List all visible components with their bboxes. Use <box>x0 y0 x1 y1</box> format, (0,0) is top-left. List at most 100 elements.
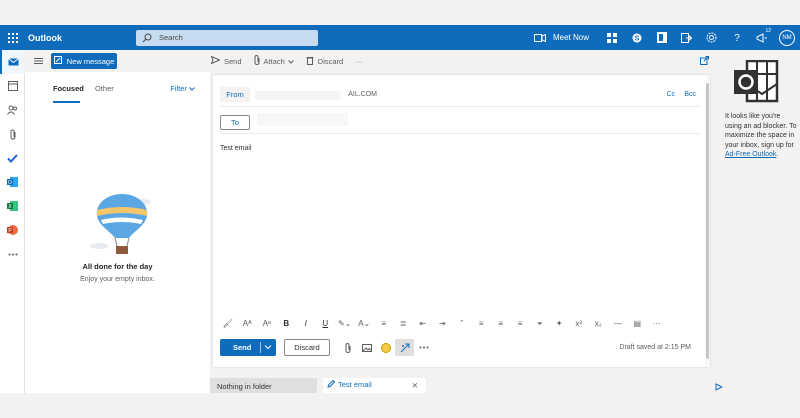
discard-command[interactable]: Discard <box>306 56 343 67</box>
remove-link-button[interactable]: ✦ <box>550 315 570 331</box>
search-icon <box>142 33 152 43</box>
numbering-button[interactable]: ≣ <box>394 315 414 331</box>
link-button[interactable]: ⚭ <box>530 315 550 331</box>
format-toolbar: 🖌 Aᴬ Aᵃ B I U ✎⌄ A⌄ ≡ ≣ ⇤ ⇥ ” ≡ ≡ ≡ ⚭ ✦ … <box>218 315 667 331</box>
more-format-button[interactable]: ··· <box>647 315 667 331</box>
skype-icon[interactable]: S <box>624 25 649 50</box>
superscript-button[interactable]: x² <box>569 315 589 331</box>
attach-command[interactable]: Attach <box>254 54 294 67</box>
notification-badge: 12 <box>765 28 771 34</box>
attach-icon[interactable] <box>0 122 25 146</box>
discard-button[interactable]: Discard <box>284 339 330 356</box>
font-color-button[interactable]: A⌄ <box>355 315 375 331</box>
subscript-button[interactable]: x₂ <box>589 315 609 331</box>
balloon-illustration <box>89 190 159 260</box>
image-icon[interactable] <box>357 339 376 356</box>
top-bar: Outlook Search Meet Now S ? 12 NM <box>0 25 800 50</box>
grid-icon[interactable] <box>599 25 624 50</box>
align-center-button[interactable]: ≡ <box>491 315 511 331</box>
office-icon[interactable] <box>649 25 674 50</box>
compose-icon <box>53 56 62 66</box>
tab-focused[interactable]: Focused <box>53 84 84 93</box>
tab-draft[interactable]: Test email ✕ <box>323 378 426 393</box>
bottom-tab-strip: Nothing in folder Test email ✕ <box>210 375 715 393</box>
waffle-icon[interactable] <box>0 25 26 50</box>
font-size-button[interactable]: Aᵃ <box>257 315 277 331</box>
settings-icon[interactable] <box>699 25 724 50</box>
sensitivity-icon[interactable] <box>395 339 414 356</box>
emoji-icon[interactable] <box>376 339 395 356</box>
mail-icon[interactable] <box>0 50 25 74</box>
filter-label: Filter <box>170 84 187 93</box>
to-field[interactable] <box>257 113 348 126</box>
bold-button[interactable]: B <box>277 315 297 331</box>
tab-other[interactable]: Other <box>95 84 114 93</box>
new-message-button[interactable]: New message <box>51 53 117 69</box>
app-title[interactable]: Outlook <box>28 33 136 43</box>
calendar-icon[interactable] <box>0 74 25 98</box>
excel-icon[interactable]: X <box>0 194 25 218</box>
avatar[interactable]: NM <box>779 29 795 46</box>
search-input[interactable]: Search <box>136 29 318 46</box>
megaphone-icon[interactable]: 12 <box>749 25 774 50</box>
pencil-icon <box>327 379 336 390</box>
attach-icon[interactable] <box>338 339 357 356</box>
from-button[interactable]: From <box>220 87 250 102</box>
new-message-label: New message <box>66 56 115 66</box>
ad-message-period: . <box>776 151 779 158</box>
svg-text:?: ? <box>734 33 740 43</box>
send-button[interactable]: Send <box>220 339 276 356</box>
italic-button[interactable]: I <box>296 315 316 331</box>
decrease-indent-button[interactable]: ⇤ <box>413 315 433 331</box>
subject-field[interactable]: Test email <box>220 145 252 152</box>
tab-nothing-in-folder[interactable]: Nothing in folder <box>210 378 317 393</box>
clear-format-button[interactable]: ▤ <box>628 315 648 331</box>
increase-indent-button[interactable]: ⇥ <box>433 315 453 331</box>
close-icon[interactable]: ✕ <box>412 381 418 390</box>
quote-button[interactable]: ” <box>452 315 472 331</box>
hamburger-icon[interactable] <box>28 50 48 72</box>
meet-now-label: Meet Now <box>552 33 589 42</box>
powerpoint-icon[interactable]: P <box>0 218 25 242</box>
reading-pane: From AIL.COM Cc Bcc To Test email 🖌 Aᴬ A… <box>210 72 715 375</box>
bullets-button[interactable]: ≡ <box>374 315 394 331</box>
bcc-link[interactable]: Bcc <box>684 91 696 98</box>
format-painter-button[interactable]: 🖌 <box>218 315 238 331</box>
chevron-down-icon <box>287 57 294 66</box>
send-command[interactable]: Send <box>210 55 242 66</box>
outlook-icon[interactable]: O <box>0 170 25 194</box>
highlight-button[interactable]: ✎⌄ <box>335 315 355 331</box>
chevron-down-icon <box>189 87 195 91</box>
svg-text:O: O <box>8 180 12 186</box>
people-icon[interactable] <box>0 98 25 122</box>
send-button-label: Send <box>233 343 252 352</box>
cc-link[interactable]: Cc <box>666 91 675 98</box>
align-right-button[interactable]: ≡ <box>511 315 531 331</box>
search-placeholder: Search <box>159 33 183 42</box>
mail-list-pane: Focused Other Filter All done for the da… <box>25 72 210 393</box>
ad-free-outlook-link[interactable]: Ad-Free Outlook <box>725 151 776 158</box>
scrollbar-thumb[interactable] <box>706 83 709 359</box>
ad-choices-icon[interactable] <box>715 383 725 393</box>
trash-icon <box>306 56 314 67</box>
to-button[interactable]: To <box>220 115 250 130</box>
chevron-down-icon[interactable] <box>264 342 272 354</box>
meet-now-button[interactable]: Meet Now <box>533 33 589 42</box>
forward-icon[interactable] <box>674 25 699 50</box>
strikethrough-button[interactable]: — <box>608 315 628 331</box>
more-icon[interactable] <box>414 339 433 356</box>
more-icon[interactable] <box>0 242 25 266</box>
popout-icon[interactable] <box>700 56 709 67</box>
ad-message-text: It looks like you're using an ad blocker… <box>725 113 797 149</box>
underline-button[interactable]: U <box>316 315 336 331</box>
more-options-button[interactable]: ··· <box>355 57 363 66</box>
divider <box>220 133 700 134</box>
divider <box>220 106 700 107</box>
active-tab-underline <box>53 101 80 103</box>
todo-icon[interactable] <box>0 146 25 170</box>
compose-actions: Send Discard Draft saved at 2:15 PM <box>220 339 700 357</box>
filter-button[interactable]: Filter <box>170 84 195 93</box>
help-icon[interactable]: ? <box>724 25 749 50</box>
font-button[interactable]: Aᴬ <box>238 315 258 331</box>
align-left-button[interactable]: ≡ <box>472 315 492 331</box>
